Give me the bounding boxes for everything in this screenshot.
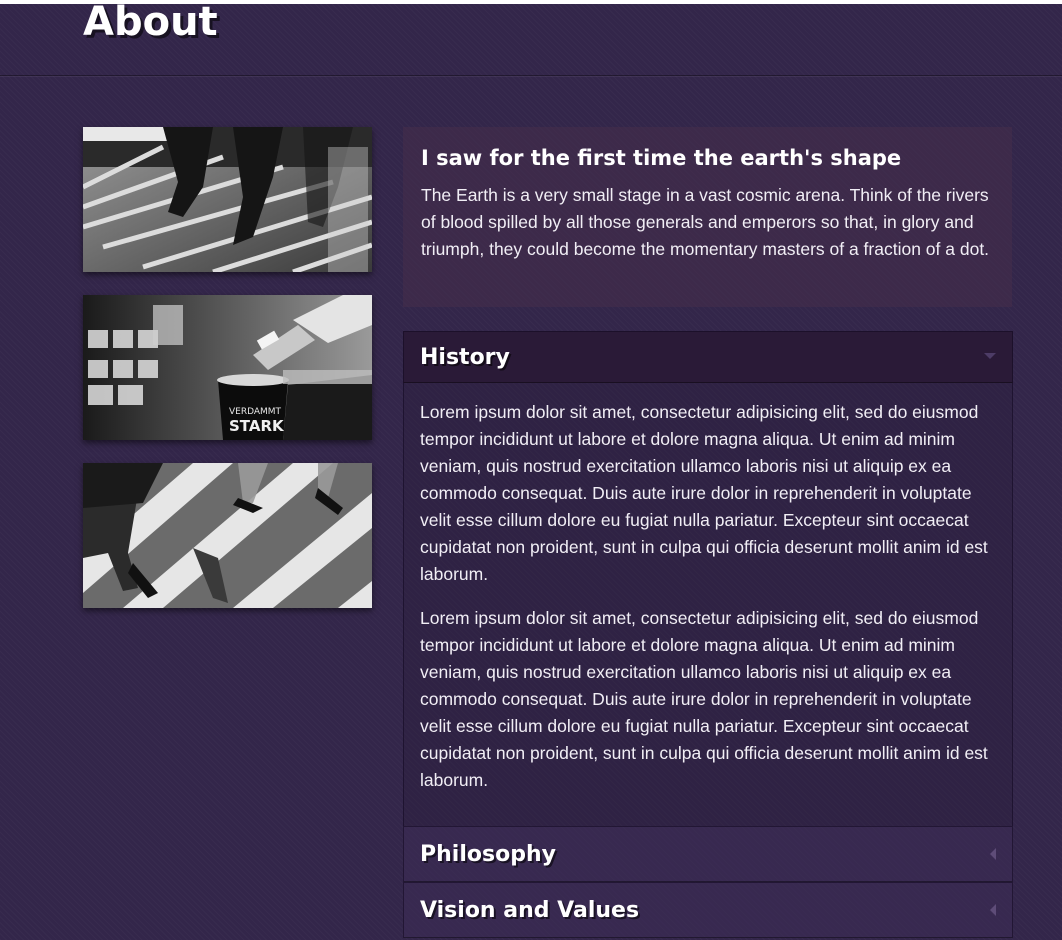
caret-left-icon xyxy=(990,848,996,860)
accordion-header-vision[interactable]: Vision and Values xyxy=(403,882,1013,938)
accordion-header-history[interactable]: History xyxy=(403,331,1013,383)
accordion: History Lorem ipsum dolor sit amet, cons… xyxy=(403,331,1013,938)
caret-down-icon xyxy=(984,353,996,359)
cup-label-1: VERDAMMT xyxy=(229,407,282,417)
caret-left-icon xyxy=(990,904,996,916)
page-title: About xyxy=(83,0,218,45)
accordion-title-history: History xyxy=(420,345,510,370)
accordion-title-philosophy: Philosophy xyxy=(420,842,556,867)
history-paragraph: Lorem ipsum dolor sit amet, consectetur … xyxy=(420,402,988,584)
history-paragraph: Lorem ipsum dolor sit amet, consectetur … xyxy=(420,608,988,790)
accordion-body-history: Lorem ipsum dolor sit amet, consectetur … xyxy=(403,383,1013,826)
accordion-title-vision: Vision and Values xyxy=(420,898,640,923)
photo-stairs xyxy=(83,127,372,272)
intro-text: The Earth is a very small stage in a vas… xyxy=(421,185,990,259)
intro-heading: I saw for the first time the earth's sha… xyxy=(421,146,902,170)
accordion-header-philosophy[interactable]: Philosophy xyxy=(403,826,1013,882)
photo-cup: VERDAMMT STARK xyxy=(83,295,372,440)
photo-crosswalk xyxy=(83,463,372,608)
cup-label-2: STARK xyxy=(229,417,285,435)
page-header: About xyxy=(0,0,1062,76)
intro-box: I saw for the first time the earth's sha… xyxy=(403,127,1012,307)
